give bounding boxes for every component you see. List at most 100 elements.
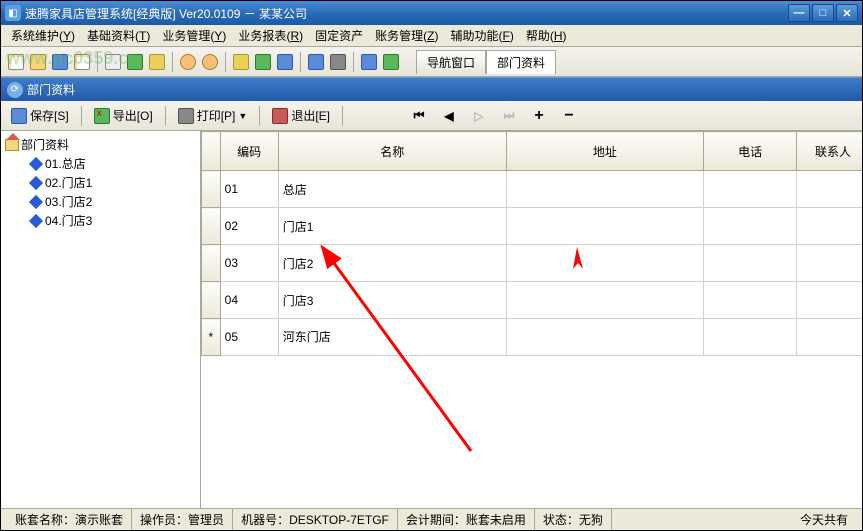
cell-addr[interactable]: [506, 245, 703, 282]
table-row[interactable]: 03门店2自营: [202, 245, 863, 282]
cell-contact[interactable]: [797, 282, 862, 319]
tree-item-label: 03.门店2: [45, 193, 92, 210]
maximize-button[interactable]: □: [812, 4, 834, 22]
next-record-button[interactable]: ▷: [471, 108, 487, 124]
remove-record-button[interactable]: −: [561, 108, 577, 124]
col-contact[interactable]: 联系人: [797, 132, 862, 171]
tb-chart-icon[interactable]: [254, 53, 272, 71]
cell-name[interactable]: 门店3: [278, 282, 506, 319]
table-row[interactable]: 02门店1自营: [202, 208, 863, 245]
menu-basedata[interactable]: 基础资料(T): [81, 25, 156, 46]
tb-doc-icon[interactable]: [73, 53, 91, 71]
tb-print-icon[interactable]: [329, 53, 347, 71]
cell-contact[interactable]: [797, 208, 862, 245]
exit-button[interactable]: 退出[E]: [268, 105, 334, 126]
tree-item-04[interactable]: 04.门店3: [5, 211, 196, 230]
tb-user-icon[interactable]: [179, 53, 197, 71]
cell-addr[interactable]: [506, 208, 703, 245]
cell-tel[interactable]: [703, 319, 796, 356]
cell-tel[interactable]: [703, 171, 796, 208]
cell-name[interactable]: 门店2: [278, 245, 506, 282]
tb-users-icon[interactable]: [201, 53, 219, 71]
tb-new-icon[interactable]: [7, 53, 25, 71]
close-button[interactable]: ✕: [836, 4, 858, 22]
tab-nav-window[interactable]: 导航窗口: [416, 50, 486, 74]
tb-tool-icon[interactable]: [360, 53, 378, 71]
cell-code[interactable]: 05: [220, 319, 278, 356]
tree-item-01[interactable]: 01.总店: [5, 154, 196, 173]
tb-cut-icon[interactable]: [104, 53, 122, 71]
tree-root[interactable]: 部门资料: [5, 135, 196, 154]
cell-code[interactable]: 03: [220, 245, 278, 282]
diamond-icon: [29, 176, 43, 190]
save-button[interactable]: 保存[S]: [7, 105, 73, 126]
tb-paste-icon[interactable]: [148, 53, 166, 71]
tb-list-icon[interactable]: [276, 53, 294, 71]
window-title: 速腾家具店管理系统[经典版] Ver20.0109 － 某某公司: [25, 5, 788, 22]
menu-assets[interactable]: 固定资产: [309, 25, 369, 46]
table-row[interactable]: 01总店自营: [202, 171, 863, 208]
row-header[interactable]: [202, 245, 221, 282]
cell-addr[interactable]: [506, 171, 703, 208]
col-tel[interactable]: 电话: [703, 132, 796, 171]
cell-code[interactable]: 02: [220, 208, 278, 245]
save-icon: [11, 108, 27, 124]
cell-name[interactable]: [278, 319, 506, 356]
col-name[interactable]: 名称: [278, 132, 506, 171]
status-operator: 操作员：管理员: [132, 509, 233, 530]
cell-addr[interactable]: [506, 319, 703, 356]
panel-header: ⟳ 部门资料: [1, 77, 862, 101]
cell-contact[interactable]: [797, 171, 862, 208]
col-rowhead[interactable]: [202, 132, 221, 171]
cell-contact[interactable]: [797, 319, 862, 356]
tb-help-icon[interactable]: [382, 53, 400, 71]
col-addr[interactable]: 地址: [506, 132, 703, 171]
cell-name[interactable]: 门店1: [278, 208, 506, 245]
tb-open-icon[interactable]: [29, 53, 47, 71]
table-row[interactable]: *05自营: [202, 319, 863, 356]
table-row[interactable]: 04门店3自营: [202, 282, 863, 319]
refresh-icon[interactable]: ⟳: [7, 82, 23, 98]
tree-item-03[interactable]: 03.门店2: [5, 192, 196, 211]
menu-reports[interactable]: 业务报表(R): [232, 25, 309, 46]
export-icon: x: [94, 108, 110, 124]
add-record-button[interactable]: +: [531, 108, 547, 124]
status-status: 状态：无狗: [535, 509, 612, 530]
cell-tel[interactable]: [703, 282, 796, 319]
tb-copy-icon[interactable]: [126, 53, 144, 71]
tb-save-icon[interactable]: [51, 53, 69, 71]
menu-accounting[interactable]: 账务管理(Z): [369, 25, 444, 46]
status-account: 账套名称：演示账套: [7, 509, 132, 530]
cell-tel[interactable]: [703, 208, 796, 245]
cell-name[interactable]: 总店: [278, 171, 506, 208]
row-header[interactable]: *: [202, 319, 221, 356]
tb-report-icon[interactable]: [232, 53, 250, 71]
cell-tel[interactable]: [703, 245, 796, 282]
tree-root-label: 部门资料: [21, 136, 69, 153]
row-header[interactable]: [202, 282, 221, 319]
diamond-icon: [29, 157, 43, 171]
first-record-button[interactable]: ⏮: [411, 108, 427, 124]
col-code[interactable]: 编码: [220, 132, 278, 171]
grid-panel: 编码 名称 地址 电话 联系人 部门 01总店自营02门店1自营03门店2自营0…: [201, 131, 862, 508]
tree-item-label: 04.门店3: [45, 212, 92, 229]
cell-code[interactable]: 04: [220, 282, 278, 319]
prev-record-button[interactable]: ◀: [441, 108, 457, 124]
tab-dept-data[interactable]: 部门资料: [486, 50, 556, 74]
minimize-button[interactable]: —: [788, 4, 810, 22]
row-header[interactable]: [202, 208, 221, 245]
cell-code[interactable]: 01: [220, 171, 278, 208]
tb-disk-icon[interactable]: [307, 53, 325, 71]
tree-item-02[interactable]: 02.门店1: [5, 173, 196, 192]
export-button[interactable]: x 导出[O]: [90, 105, 157, 126]
menu-business[interactable]: 业务管理(Y): [156, 25, 232, 46]
menu-help[interactable]: 帮助(H): [520, 25, 573, 46]
print-button[interactable]: 打印[P] ▼: [174, 105, 252, 126]
menu-aux[interactable]: 辅助功能(F): [444, 25, 519, 46]
cell-addr[interactable]: [506, 282, 703, 319]
last-record-button[interactable]: ⏭: [501, 108, 517, 124]
cell-contact[interactable]: [797, 245, 862, 282]
row-header[interactable]: [202, 171, 221, 208]
menu-system[interactable]: 系统维护(Y): [5, 25, 81, 46]
tree-item-label: 01.总店: [45, 155, 86, 172]
